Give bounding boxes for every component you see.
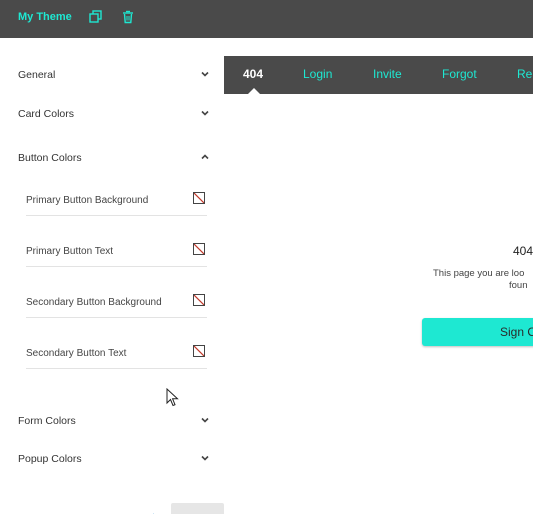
section-form-colors[interactable]: Form Colors bbox=[18, 412, 210, 432]
theme-editor: My Theme General Card Colors Button Colo… bbox=[0, 0, 533, 514]
color-label: Primary Button Text bbox=[26, 246, 114, 257]
save-button[interactable] bbox=[171, 503, 224, 514]
page-message-continued: foun bbox=[509, 280, 528, 291]
color-row-primary-button-text[interactable]: Primary Button Text bbox=[26, 241, 207, 267]
theme-title: My Theme bbox=[18, 11, 72, 23]
section-label: Button Colors bbox=[18, 152, 82, 164]
color-row-primary-button-background[interactable]: Primary Button Background bbox=[26, 190, 207, 216]
theme-preview: 404 Login Invite Forgot Re 404 This page… bbox=[224, 56, 533, 514]
trash-icon[interactable] bbox=[120, 9, 136, 25]
section-general[interactable]: General bbox=[18, 66, 210, 86]
copy-icon[interactable] bbox=[88, 9, 104, 25]
sign-out-button[interactable]: Sign O bbox=[422, 318, 533, 346]
check-icon[interactable] bbox=[145, 508, 155, 514]
color-swatch-icon[interactable] bbox=[193, 243, 205, 255]
section-button-colors[interactable]: Button Colors bbox=[18, 149, 210, 169]
page-message: This page you are loo bbox=[433, 268, 525, 279]
section-label: General bbox=[18, 69, 56, 81]
active-tab-indicator bbox=[248, 88, 260, 94]
section-popup-colors[interactable]: Popup Colors bbox=[18, 450, 210, 470]
mouse-cursor-icon bbox=[166, 387, 180, 408]
section-label: Form Colors bbox=[18, 415, 76, 427]
color-swatch-icon[interactable] bbox=[193, 294, 205, 306]
color-swatch-icon[interactable] bbox=[193, 192, 205, 204]
tab-invite[interactable]: Invite bbox=[373, 67, 402, 81]
tab-404[interactable]: 404 bbox=[243, 67, 263, 81]
preview-nav: 404 Login Invite Forgot Re bbox=[224, 56, 533, 94]
color-row-secondary-button-text[interactable]: Secondary Button Text bbox=[26, 343, 207, 369]
color-label: Primary Button Background bbox=[26, 195, 149, 206]
tab-reset[interactable]: Re bbox=[517, 67, 532, 81]
settings-panel: General Card Colors Button Colors Primar… bbox=[0, 38, 224, 514]
chevron-down-icon bbox=[200, 69, 210, 79]
color-label: Secondary Button Text bbox=[26, 348, 127, 359]
section-label: Card Colors bbox=[18, 108, 75, 120]
chevron-down-icon bbox=[200, 453, 210, 463]
chevron-up-icon bbox=[200, 152, 210, 162]
sign-out-button-label: Sign O bbox=[500, 325, 533, 339]
color-label: Secondary Button Background bbox=[26, 297, 162, 308]
page-heading: 404 bbox=[513, 244, 533, 258]
tab-forgot[interactable]: Forgot bbox=[442, 67, 477, 81]
section-card-colors[interactable]: Card Colors bbox=[18, 105, 210, 125]
chevron-down-icon bbox=[200, 415, 210, 425]
tab-login[interactable]: Login bbox=[303, 67, 332, 81]
color-swatch-icon[interactable] bbox=[193, 345, 205, 357]
chevron-down-icon bbox=[200, 108, 210, 118]
section-label: Popup Colors bbox=[18, 453, 82, 465]
color-row-secondary-button-background[interactable]: Secondary Button Background bbox=[26, 292, 207, 318]
top-bar: My Theme bbox=[0, 0, 533, 38]
